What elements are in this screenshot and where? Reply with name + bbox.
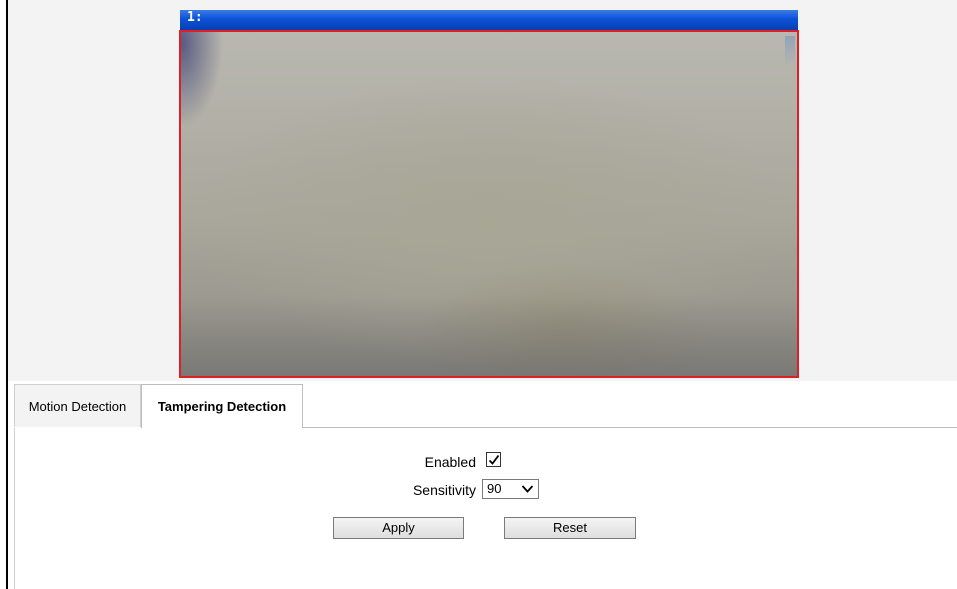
reset-button[interactable]: Reset [504,517,636,539]
tab-tampering-detection[interactable]: Tampering Detection [141,384,303,428]
camera-shadow [181,296,797,376]
check-icon [488,454,500,465]
sensitivity-label: Sensitivity [412,482,476,498]
enabled-label: Enabled [424,454,476,470]
sensitivity-select[interactable]: 90 [482,479,539,499]
left-border [6,0,8,589]
apply-button[interactable]: Apply [333,517,464,539]
sensitivity-value: 90 [487,481,502,496]
camera-vignette [181,32,241,142]
video-channel-header: 1: [180,10,798,30]
tab-motion-detection[interactable]: Motion Detection [14,384,141,427]
tampering-settings-panel: Enabled Sensitivity 90 Apply Reset [14,428,957,589]
chevron-down-icon [521,485,534,493]
video-preview[interactable] [179,30,799,378]
channel-label: 1: [187,10,203,25]
camera-glint [785,36,795,66]
enabled-checkbox[interactable] [486,452,501,467]
